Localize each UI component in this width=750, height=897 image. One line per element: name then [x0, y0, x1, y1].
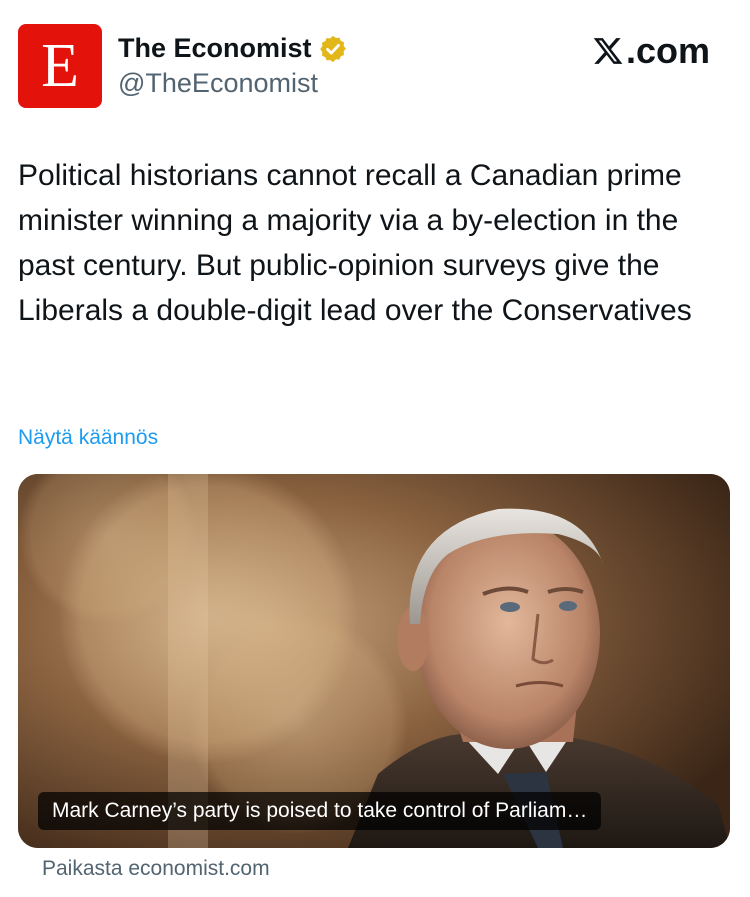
account-avatar[interactable]: E	[18, 24, 102, 108]
card-headline-caption: Mark Carney’s party is poised to take co…	[38, 792, 602, 830]
link-preview-card[interactable]: Mark Carney’s party is poised to take co…	[18, 474, 730, 848]
verified-badge-icon	[319, 35, 346, 62]
tweet-body-text: Political historians cannot recall a Can…	[18, 159, 692, 327]
account-name-row[interactable]: The Economist	[118, 33, 348, 64]
x-logo-icon	[593, 38, 623, 64]
x-brand-mark: .com	[592, 30, 710, 72]
account-display-name[interactable]: The Economist	[118, 33, 312, 64]
x-brand-text: .com	[625, 30, 710, 71]
card-source-domain[interactable]: Paikasta economist.com	[42, 857, 270, 881]
tweet-screenshot: E The Economist @TheEconomist .com Polit…	[0, 0, 750, 897]
avatar-logo-letter: E	[41, 32, 79, 100]
account-handle[interactable]: @TheEconomist	[118, 68, 318, 99]
show-translation-link[interactable]: Näytä käännös	[18, 426, 158, 450]
